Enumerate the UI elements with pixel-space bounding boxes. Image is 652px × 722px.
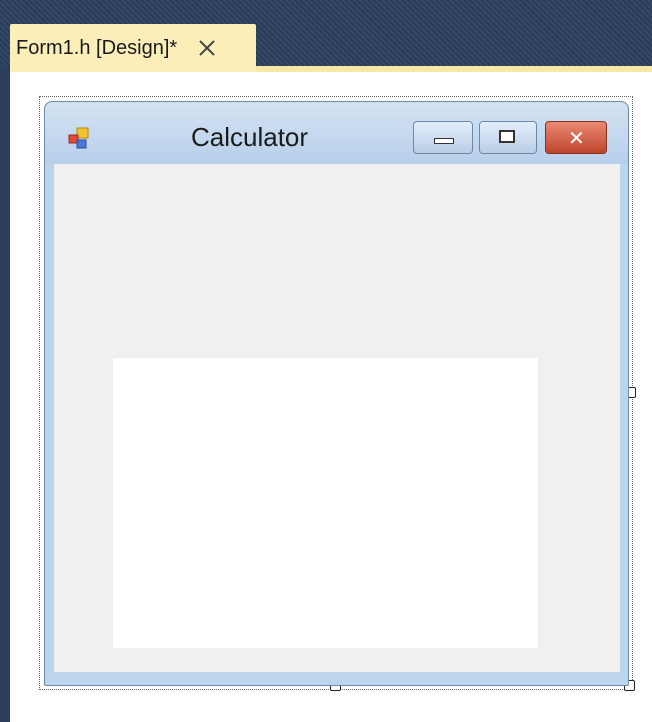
calculator-display-textbox[interactable] <box>113 358 538 648</box>
close-icon: ✕ <box>568 126 585 150</box>
form-window[interactable]: Calculator ✕ <box>44 101 629 686</box>
tab-form1-design[interactable]: Form1.h [Design]* <box>10 24 256 72</box>
tab-title: Form1.h [Design]* <box>16 36 178 59</box>
form-app-icon <box>68 127 89 149</box>
close-icon[interactable] <box>197 38 217 58</box>
close-button[interactable]: ✕ <box>545 121 607 154</box>
left-editor-border <box>0 66 10 722</box>
form-title: Calculator <box>191 122 309 152</box>
maximize-icon <box>499 130 515 143</box>
form-client-area[interactable] <box>54 164 620 672</box>
maximize-button[interactable] <box>479 121 537 154</box>
form-titlebar[interactable]: Calculator ✕ <box>45 102 628 164</box>
minimize-icon <box>434 138 454 144</box>
minimize-button[interactable] <box>413 121 473 154</box>
